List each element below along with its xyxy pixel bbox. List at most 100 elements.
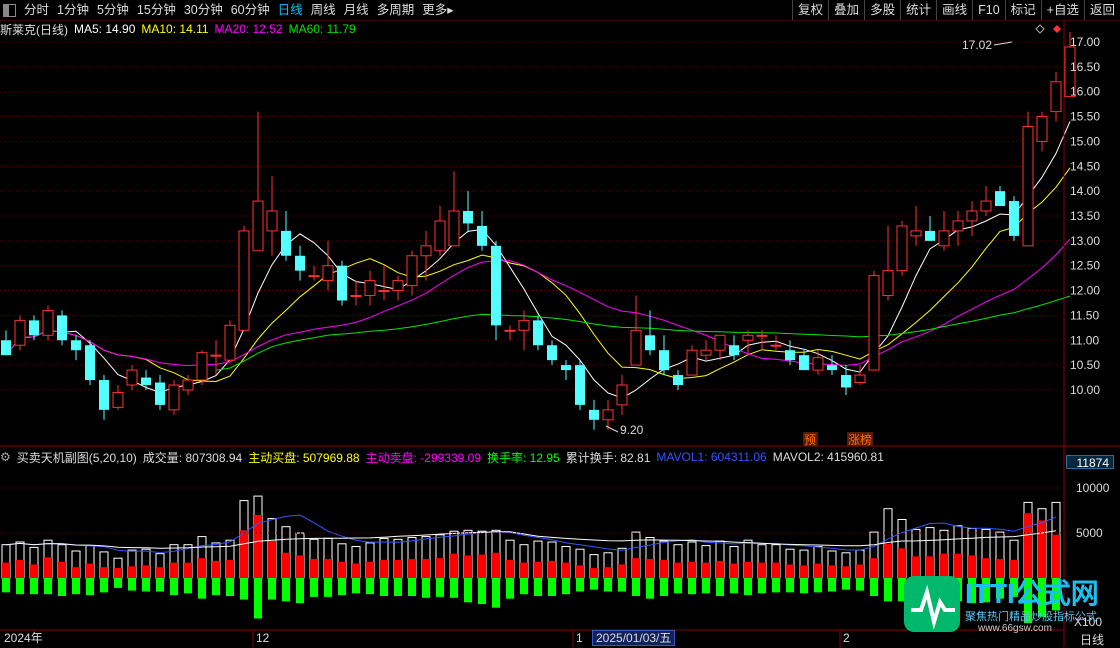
vol-tick-label: 10000 bbox=[1076, 481, 1110, 495]
sell-bar bbox=[604, 578, 612, 592]
buy-bar bbox=[660, 560, 668, 578]
sell-bar bbox=[450, 578, 458, 598]
price-tick-label: 13.50 bbox=[1070, 209, 1100, 223]
buy-bar bbox=[324, 559, 332, 578]
candle-body-up bbox=[938, 230, 950, 247]
volume-axis: 10000 5000 bbox=[0, 481, 1110, 540]
sell-bar bbox=[58, 578, 66, 596]
sell-bar bbox=[352, 578, 360, 594]
low-marker: 9.20 bbox=[605, 423, 644, 437]
candle-body-down bbox=[841, 375, 851, 388]
sell-bar bbox=[828, 578, 836, 592]
date-2: 2 bbox=[843, 631, 850, 645]
sell-bar bbox=[646, 578, 654, 599]
candle-body-down bbox=[533, 320, 543, 346]
sell-bar bbox=[394, 578, 402, 596]
buy-bar bbox=[408, 559, 416, 578]
candle-body-up bbox=[966, 210, 978, 222]
sell-bar bbox=[254, 578, 262, 619]
sell-bar bbox=[786, 578, 794, 593]
candle-body-up bbox=[392, 280, 404, 292]
sell-bar bbox=[576, 578, 584, 592]
price-axis: 17.00 16.50 16.00 15.50 15.00 14.50 14.00 13.50… bbox=[1070, 35, 1100, 397]
buy-bar bbox=[632, 558, 640, 578]
buy-bar bbox=[436, 558, 444, 578]
candle-body-up bbox=[182, 379, 194, 391]
sell-bar bbox=[338, 578, 346, 596]
price-tick-label: 14.00 bbox=[1070, 184, 1100, 198]
buy-bar bbox=[58, 561, 66, 578]
red-diamond-icon[interactable] bbox=[1053, 25, 1061, 33]
price-tick-label: 17.00 bbox=[1070, 35, 1100, 49]
price-tick-label: 16.00 bbox=[1070, 85, 1100, 99]
volume-cursor-box: 11874 bbox=[1066, 455, 1114, 470]
buy-bar bbox=[772, 562, 780, 578]
candle-body-up bbox=[616, 384, 628, 406]
pre-tag-text: 预 bbox=[804, 433, 816, 447]
buy-bar bbox=[394, 560, 402, 578]
candle-body-up bbox=[910, 230, 922, 237]
candle-body-down bbox=[589, 409, 599, 420]
buy-bar bbox=[380, 560, 388, 578]
candle-body-up bbox=[868, 275, 880, 371]
candle-body-up bbox=[420, 245, 432, 257]
candle-body-up bbox=[630, 329, 642, 366]
kline-chart[interactable]: 17.00 16.50 16.00 15.50 15.00 14.50 14.00 13.50… bbox=[0, 0, 1120, 647]
sub-settings-icon[interactable]: ⚙ bbox=[0, 450, 11, 464]
candle-body-up bbox=[14, 319, 26, 346]
buy-bar bbox=[702, 562, 710, 578]
candle-body-down bbox=[547, 345, 557, 361]
price-tick-label: 14.50 bbox=[1070, 159, 1100, 173]
sell-bar bbox=[72, 578, 80, 595]
buy-bar bbox=[814, 563, 822, 578]
buy-value: 主动买盘: 507969.88 bbox=[248, 450, 360, 465]
candle-body-up bbox=[308, 275, 320, 278]
candle-body-down bbox=[799, 355, 809, 371]
limit-tag: 涨榜 bbox=[847, 432, 873, 447]
buy-bar bbox=[786, 564, 794, 578]
buy-bar bbox=[142, 565, 150, 578]
buy-bar bbox=[100, 567, 108, 578]
candle-body-up bbox=[350, 295, 362, 298]
price-tick-label: 10.50 bbox=[1070, 358, 1100, 372]
candle-body-down bbox=[99, 380, 109, 410]
candle-body-down bbox=[659, 350, 669, 371]
candle-body-down bbox=[561, 365, 571, 371]
sell-bar bbox=[380, 578, 388, 596]
main-indicator-header: 斯莱克(日线) MA5: 14.90 MA10: 14.11 MA20: 12.… bbox=[0, 21, 362, 37]
buy-bar bbox=[1038, 520, 1046, 578]
sell-bar bbox=[856, 578, 864, 591]
sell-bar bbox=[758, 578, 766, 594]
candle-body-down bbox=[1, 340, 11, 356]
ma60-value: MA60: 11.79 bbox=[288, 22, 356, 36]
sell-bar bbox=[716, 578, 724, 596]
buy-bar bbox=[352, 563, 360, 578]
sell-bar bbox=[884, 578, 892, 602]
buy-bar bbox=[730, 563, 738, 578]
candle-body-up bbox=[126, 369, 138, 386]
buy-bar bbox=[296, 555, 304, 578]
sell-bar bbox=[324, 578, 332, 597]
candle-body-up bbox=[504, 329, 516, 332]
buy-bar bbox=[828, 565, 836, 578]
sell-bar bbox=[296, 578, 304, 604]
buy-bar bbox=[744, 561, 752, 578]
buy-bar bbox=[226, 560, 234, 578]
buy-bar bbox=[30, 564, 38, 578]
buy-bar bbox=[464, 555, 472, 578]
sub-title[interactable]: 买卖天机副图(5,20,10) bbox=[17, 449, 137, 466]
candle-body-down bbox=[337, 265, 347, 301]
candle-body-down bbox=[29, 320, 39, 336]
candle-body-up bbox=[896, 225, 908, 272]
diamond-icon[interactable] bbox=[1035, 24, 1045, 34]
buy-bar bbox=[282, 552, 290, 578]
sell-bar bbox=[772, 578, 780, 593]
stock-title[interactable]: 斯莱克(日线) bbox=[0, 21, 68, 38]
price-tick-label: 11.00 bbox=[1070, 333, 1099, 347]
buy-bar bbox=[268, 541, 276, 578]
sell-bar bbox=[534, 578, 542, 596]
sell-bar bbox=[282, 578, 290, 602]
buy-bar bbox=[72, 567, 80, 578]
sell-bar bbox=[814, 578, 822, 593]
watermark-logo: ITTI公式网 聚焦热门精品炒股指标公式 www.66gsw.com bbox=[903, 574, 1117, 634]
